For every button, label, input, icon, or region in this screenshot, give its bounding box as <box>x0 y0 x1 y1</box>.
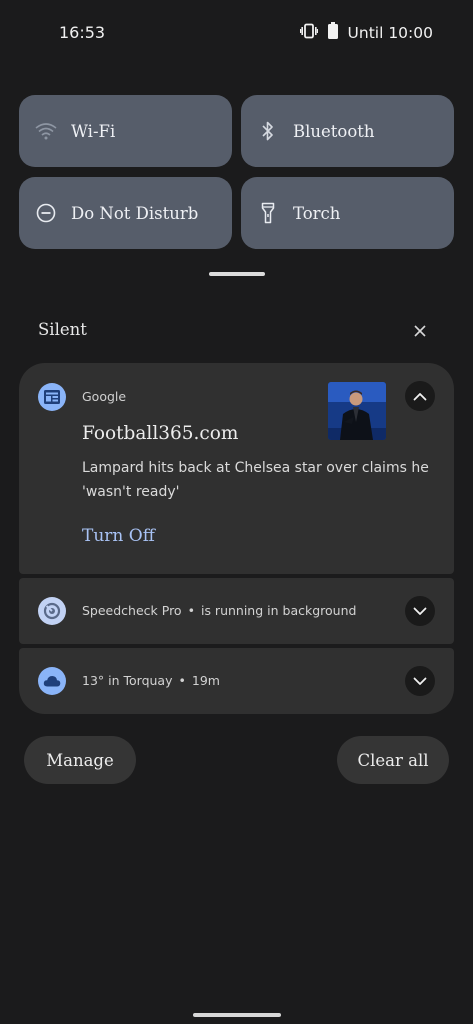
notification-body: Lampard hits back at Chelsea star over c… <box>82 460 429 500</box>
notification-speedcheck[interactable]: Speedcheck Pro • is running in background <box>19 578 454 644</box>
status-bar: 16:53 Until 10:00 <box>0 0 473 64</box>
expand-button[interactable] <box>405 596 435 626</box>
panel-drag-handle[interactable] <box>209 272 265 276</box>
chevron-down-icon <box>413 607 427 615</box>
collapse-button[interactable] <box>405 381 435 411</box>
status-icons: Until 10:00 <box>299 22 433 43</box>
tile-wifi[interactable]: Wi-Fi <box>19 95 232 167</box>
tile-label: Torch <box>293 203 341 223</box>
speedcheck-icon <box>38 597 66 625</box>
notification-text: 13° in Torquay • 19m <box>82 673 220 688</box>
tile-label: Do Not Disturb <box>71 203 199 223</box>
battery-icon <box>327 22 338 43</box>
home-indicator[interactable] <box>193 1013 281 1017</box>
google-news-icon <box>38 383 66 411</box>
manage-button[interactable]: Manage <box>24 736 136 784</box>
chevron-down-icon <box>413 677 427 685</box>
notification-status: is running in background <box>200 603 357 618</box>
close-icon[interactable] <box>409 320 431 342</box>
clock: 16:53 <box>59 23 106 42</box>
notification-text: Speedcheck Pro • is running in background <box>82 603 356 618</box>
expand-button[interactable] <box>405 666 435 696</box>
chevron-up-icon <box>413 392 427 400</box>
tile-torch[interactable]: Torch <box>241 177 454 249</box>
notification-google[interactable]: Google Football365.com Lampard hits back… <box>19 363 454 574</box>
section-title: Silent <box>38 320 87 339</box>
notification-group: Google Football365.com Lampard hits back… <box>19 363 454 714</box>
battery-status-text: Until 10:00 <box>347 23 433 42</box>
tile-label: Wi-Fi <box>71 121 116 141</box>
notification-thumbnail <box>328 382 386 440</box>
bluetooth-icon <box>257 120 279 142</box>
vibrate-icon <box>299 23 318 43</box>
notification-time: 19m <box>191 673 220 688</box>
notification-app-name: Speedcheck Pro <box>82 603 182 618</box>
flashlight-icon <box>257 202 279 224</box>
do-not-disturb-icon <box>35 202 57 224</box>
notification-weather[interactable]: 13° in Torquay • 19m <box>19 648 454 714</box>
weather-text: 13° in Torquay <box>82 673 173 688</box>
cloud-icon <box>38 667 66 695</box>
wifi-icon <box>35 120 57 142</box>
turn-off-button[interactable]: Turn Off <box>82 526 155 546</box>
separator: • <box>187 603 195 618</box>
tile-bluetooth[interactable]: Bluetooth <box>241 95 454 167</box>
clear-all-button[interactable]: Clear all <box>337 736 449 784</box>
notification-app-name: Google <box>82 389 127 404</box>
tile-do-not-disturb[interactable]: Do Not Disturb <box>19 177 232 249</box>
tile-label: Bluetooth <box>293 121 375 141</box>
notification-title: Football365.com <box>82 423 239 444</box>
separator: • <box>178 673 186 688</box>
